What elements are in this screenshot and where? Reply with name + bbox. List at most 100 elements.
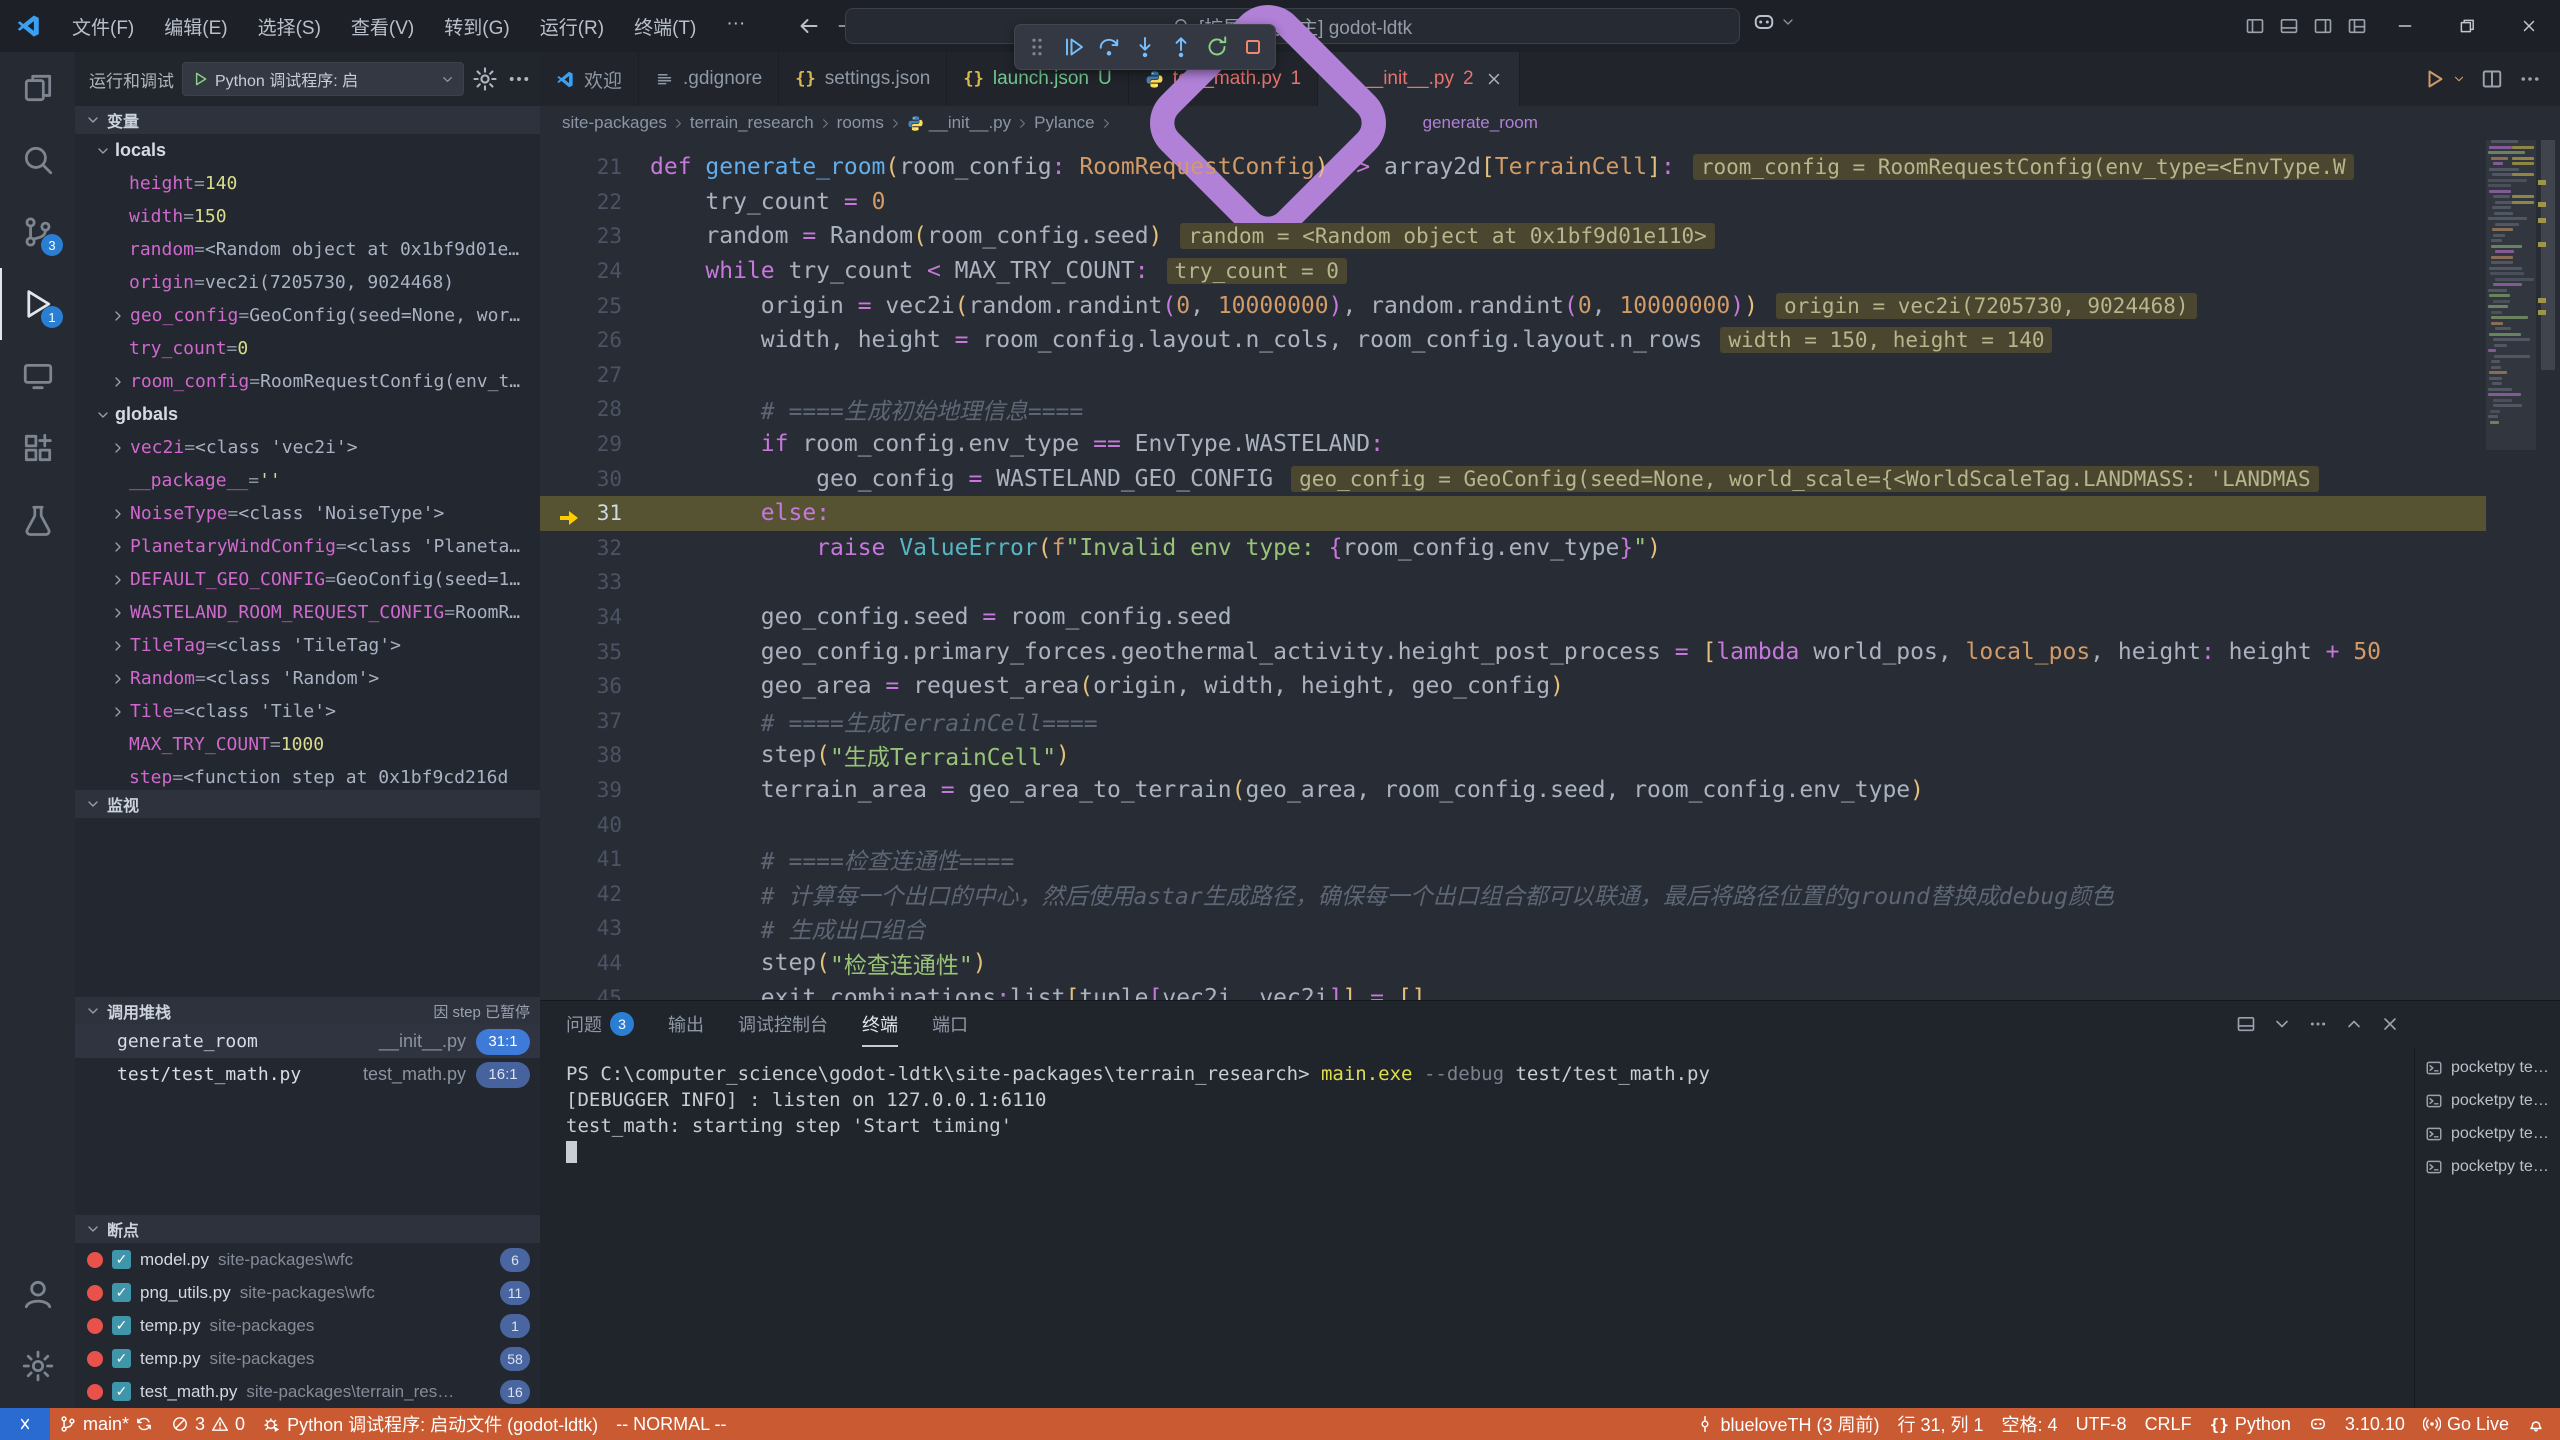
encoding[interactable]: UTF-8 xyxy=(2067,1408,2136,1440)
python-version[interactable]: 3.10.10 xyxy=(2336,1408,2414,1440)
notifications[interactable] xyxy=(2518,1408,2554,1440)
toggle-secondary-sidebar[interactable] xyxy=(2307,10,2339,42)
restore-button[interactable] xyxy=(2436,0,2498,52)
vim-mode[interactable]: -- NORMAL -- xyxy=(607,1408,735,1440)
stack-frame[interactable]: test/test_math.pytest_math.py16:1 xyxy=(75,1058,540,1091)
variable-row[interactable]: geo_config = GeoConfig(seed=None, wor… xyxy=(75,299,540,332)
panel-tab-问题[interactable]: 问题3 xyxy=(566,1001,634,1047)
cursor-position[interactable]: 行 31, 列 1 xyxy=(1889,1408,1993,1440)
line-number[interactable]: 20 xyxy=(540,140,650,145)
language-mode[interactable]: {}Python xyxy=(2201,1408,2300,1440)
variable-row[interactable]: height = 140 xyxy=(75,167,540,200)
tab-.gdignore[interactable]: .gdignore xyxy=(639,52,779,106)
minimap[interactable] xyxy=(2486,140,2536,700)
variable-row[interactable]: NoiseType = <class 'NoiseType'> xyxy=(75,497,540,530)
terminal-instance[interactable]: pocketpy te… xyxy=(2415,1084,2560,1117)
variable-row[interactable]: __package__ = '' xyxy=(75,464,540,497)
git-branch[interactable]: main* xyxy=(50,1408,162,1440)
terminal-instance[interactable]: pocketpy te… xyxy=(2415,1150,2560,1183)
remote-indicator[interactable] xyxy=(0,1408,50,1440)
line-number[interactable]: 27 xyxy=(540,363,650,387)
breadcrumb-item[interactable]: __init__.py xyxy=(907,113,1011,133)
close-window-button[interactable] xyxy=(2498,0,2560,52)
section-watch[interactable]: 监视 xyxy=(75,790,540,818)
copilot-menu[interactable] xyxy=(1752,10,1796,34)
breakpoint-row[interactable]: ✓test_math.pysite-packages\terrain_res…1… xyxy=(75,1375,540,1408)
menu-文件[interactable]: 文件(F) xyxy=(60,8,146,45)
variable-row[interactable]: DEFAULT_GEO_CONFIG = GeoConfig(seed=1… xyxy=(75,563,540,596)
panel-more-button[interactable] xyxy=(2308,1014,2328,1034)
line-number[interactable]: 29 xyxy=(540,432,650,456)
stop-button[interactable] xyxy=(1237,30,1269,64)
code-editor[interactable]: 2021def generate_room(room_config: RoomR… xyxy=(540,140,2560,1000)
breakpoint-row[interactable]: ✓temp.pysite-packages1 xyxy=(75,1309,540,1342)
breakpoint-row[interactable]: ✓temp.pysite-packages58 xyxy=(75,1342,540,1375)
variable-row[interactable]: room_config = RoomRequestConfig(env_t… xyxy=(75,365,540,398)
menu-编辑[interactable]: 编辑(E) xyxy=(152,8,239,45)
nav-back-icon[interactable] xyxy=(797,14,821,38)
line-number[interactable]: 28 xyxy=(540,397,650,421)
line-number[interactable]: 25 xyxy=(540,294,650,318)
line-number[interactable]: 33 xyxy=(540,570,650,594)
run-python-file-button[interactable] xyxy=(2422,67,2446,91)
line-number[interactable]: 40 xyxy=(540,813,650,837)
sidebar-more-icon[interactable] xyxy=(506,66,532,92)
chevron-down-icon[interactable] xyxy=(2452,72,2466,86)
activity-scm[interactable]: 3 xyxy=(0,196,75,268)
editor-more-button[interactable] xyxy=(2518,67,2542,91)
variable-row[interactable]: origin = vec2i(7205730, 9024468) xyxy=(75,266,540,299)
variable-row[interactable]: width = 150 xyxy=(75,200,540,233)
variable-row[interactable]: Tile = <class 'Tile'> xyxy=(75,695,540,728)
variable-row[interactable]: TileTag = <class 'TileTag'> xyxy=(75,629,540,662)
minimize-button[interactable] xyxy=(2374,0,2436,52)
activity-remote-explorer[interactable] xyxy=(0,340,75,412)
panel-tab-输出[interactable]: 输出 xyxy=(668,1001,704,1047)
variable-row[interactable]: Random = <class 'Random'> xyxy=(75,662,540,695)
breadcrumb-item[interactable]: site-packages xyxy=(562,113,667,133)
eol[interactable]: CRLF xyxy=(2136,1408,2201,1440)
line-number[interactable]: 31 xyxy=(540,501,650,525)
section-variables[interactable]: 变量 xyxy=(75,106,540,134)
line-number[interactable]: 39 xyxy=(540,778,650,802)
line-number[interactable]: 22 xyxy=(540,190,650,214)
line-number[interactable]: 36 xyxy=(540,674,650,698)
toolbar-grip[interactable] xyxy=(1021,30,1053,64)
line-number[interactable]: 34 xyxy=(540,605,650,629)
activity-files[interactable] xyxy=(0,52,75,124)
step-into-button[interactable] xyxy=(1129,30,1161,64)
editor-scrollbar[interactable] xyxy=(2536,140,2560,1000)
panel-tab-调试控制台[interactable]: 调试控制台 xyxy=(738,1001,828,1047)
breakpoint-row[interactable]: ✓model.pysite-packages\wfc6 xyxy=(75,1243,540,1276)
debug-session[interactable]: Python 调试程序: 启动文件 (godot-ldtk) xyxy=(254,1408,607,1440)
menu-运行[interactable]: 运行(R) xyxy=(528,8,616,45)
panel-views-button[interactable] xyxy=(2236,1014,2256,1034)
activity-extensions[interactable] xyxy=(0,412,75,484)
problems[interactable]: 30 xyxy=(162,1408,254,1440)
debug-config-dropdown[interactable]: Python 调试程序: 启 xyxy=(182,62,464,96)
menu-终端[interactable]: 终端(T) xyxy=(622,8,708,45)
line-number[interactable]: 41 xyxy=(540,847,650,871)
breakpoint-checkbox[interactable]: ✓ xyxy=(112,1316,131,1335)
activity-search[interactable] xyxy=(0,124,75,196)
line-number[interactable]: 23 xyxy=(540,224,650,248)
variable-row[interactable]: try_count = 0 xyxy=(75,332,540,365)
git-blame[interactable]: blueloveTH (3 周前) xyxy=(1687,1408,1888,1440)
step-over-button[interactable] xyxy=(1093,30,1125,64)
breakpoint-checkbox[interactable]: ✓ xyxy=(112,1382,131,1401)
breadcrumb-item[interactable]: Pylance xyxy=(1034,113,1094,133)
customize-layout[interactable] xyxy=(2341,10,2373,42)
section-call-stack[interactable]: 调用堆栈 因 step 已暂停 xyxy=(75,997,540,1025)
panel-tab-端口[interactable]: 端口 xyxy=(932,1001,968,1047)
line-number[interactable]: 44 xyxy=(540,951,650,975)
line-number[interactable]: 38 xyxy=(540,743,650,767)
line-number[interactable]: 24 xyxy=(540,259,650,283)
start-debug-icon[interactable] xyxy=(191,70,209,88)
tab-欢迎[interactable]: 欢迎 xyxy=(540,52,639,106)
line-number[interactable]: 37 xyxy=(540,709,650,733)
indentation[interactable]: 空格: 4 xyxy=(1993,1408,2067,1440)
stack-frame[interactable]: generate_room__init__.py31:1 xyxy=(75,1025,540,1058)
panel-tab-终端[interactable]: 终端 xyxy=(862,1001,898,1047)
menu-转到[interactable]: 转到(G) xyxy=(432,8,521,45)
menu-查看[interactable]: 查看(V) xyxy=(339,8,426,45)
menu-more[interactable]: ··· xyxy=(714,8,757,45)
